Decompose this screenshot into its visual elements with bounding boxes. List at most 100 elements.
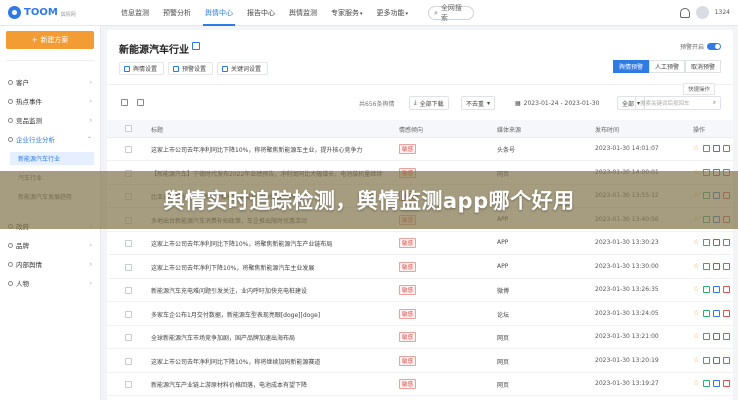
- row-checkbox[interactable]: [125, 334, 132, 341]
- warning-segment-0[interactable]: 舆情预警: [612, 60, 649, 73]
- row-title[interactable]: 全球新能源汽车市场竞争加剧，国产品牌加速出海布局: [151, 333, 383, 342]
- row-checkbox[interactable]: [125, 287, 132, 294]
- sidebar-item-after-1[interactable]: 品牌 ›: [8, 239, 94, 251]
- mark-icon[interactable]: [703, 145, 710, 152]
- table-row[interactable]: 这家上市公司去年净利同比下降10%，称将继续加码新能源赛道 敏感 网页 2023-01…: [107, 350, 733, 373]
- star-icon[interactable]: ☆: [693, 286, 700, 293]
- share-icon[interactable]: [713, 262, 720, 270]
- star-icon[interactable]: ☆: [693, 309, 700, 317]
- star-icon[interactable]: ☆: [693, 262, 700, 270]
- share-icon[interactable]: [713, 380, 720, 387]
- row-checkbox[interactable]: [125, 357, 132, 365]
- star-icon[interactable]: ☆: [693, 356, 700, 364]
- star-icon[interactable]: ☆: [693, 380, 700, 387]
- table-row[interactable]: 这家上市公司去年净利下降10%，将聚焦新能源汽车主业发展 敏感 APP 2023-01…: [107, 256, 733, 279]
- table-row[interactable]: 新能源汽车产业链上游原材料价格回落，电池成本有望下降 敏感 网页 2023-01-30…: [107, 373, 733, 396]
- mark-icon[interactable]: [703, 239, 710, 246]
- nav-item-4[interactable]: 舆情监测: [282, 0, 324, 26]
- nav-item-0[interactable]: 信息监测: [114, 0, 156, 26]
- warning-toggle[interactable]: 预警开启: [680, 42, 721, 51]
- row-title[interactable]: 新能源汽车充电难问题引发关注，业内呼吁加快充电桩建设: [151, 286, 383, 295]
- new-plan-label: 新建方案: [40, 36, 69, 44]
- delete-icon[interactable]: [723, 380, 730, 387]
- row-title[interactable]: 这家上市公司去年净利同比下降10%，称将继续加码新能源赛道: [151, 357, 383, 366]
- mark-icon[interactable]: [703, 380, 710, 387]
- delete-icon[interactable]: [121, 99, 128, 106]
- sidebar-item-0[interactable]: 客户 ›: [8, 76, 94, 88]
- sidebar-subitem-label: 新能源汽车行业: [18, 156, 61, 163]
- row-actions: ☆: [693, 333, 730, 340]
- row-actions: ☆: [693, 356, 730, 364]
- row-title[interactable]: 这家上市公司去年净利同比下降10%，称将聚焦新能源车主业，提升核心竞争力: [151, 145, 383, 154]
- sidebar-item-2[interactable]: 竞品监测 ›: [8, 114, 94, 126]
- sidebar-item-after-3[interactable]: 人物 ›: [8, 277, 94, 289]
- share-icon[interactable]: [713, 286, 720, 293]
- nav-item-6[interactable]: 更多功能▾: [370, 0, 416, 26]
- sidebar-item-1[interactable]: 热点事件 ›: [8, 95, 94, 107]
- nav-item-1[interactable]: 预警分析: [156, 0, 198, 26]
- avatar[interactable]: [695, 6, 709, 19]
- nav-item-2[interactable]: 舆情中心: [198, 0, 240, 26]
- share-icon[interactable]: [713, 333, 720, 340]
- new-plan-button[interactable]: + 新建方案: [6, 31, 94, 49]
- row-title[interactable]: 多家车企公布1月交付数据，新能源车型表现亮眼[doge][doge]: [151, 310, 383, 319]
- table-row[interactable]: 全球新能源汽车市场竞争加剧，国产品牌加速出海布局 敏感 网页 2023-01-30 1…: [107, 326, 733, 349]
- date-range[interactable]: ▦ 2023-01-24 - 2023-01-30: [515, 96, 613, 110]
- star-icon[interactable]: ☆: [693, 333, 700, 340]
- dedupe-select[interactable]: 不去重 ▾: [461, 96, 496, 110]
- keyword-search[interactable]: 搜索关键词后按回车 ⌕: [635, 96, 721, 110]
- sidebar-item-after-2[interactable]: 内部舆情 ›: [8, 258, 94, 270]
- mark-icon[interactable]: [703, 309, 710, 317]
- row-checkbox[interactable]: [125, 310, 132, 318]
- delete-icon[interactable]: [723, 309, 730, 317]
- row-title[interactable]: 这家上市公司去年净利下降10%，将聚焦新能源汽车主业发展: [151, 263, 383, 272]
- nav-item-3[interactable]: 报告中心: [240, 0, 282, 26]
- row-checkbox[interactable]: [125, 240, 132, 247]
- delete-icon[interactable]: [723, 333, 730, 340]
- settings-pill-1[interactable]: 预警设置: [168, 62, 214, 75]
- export-button[interactable]: ⤓ 全部下载: [409, 96, 449, 110]
- delete-icon[interactable]: [723, 262, 730, 270]
- edit-icon[interactable]: [192, 42, 200, 50]
- share-icon[interactable]: [713, 309, 720, 317]
- mark-icon[interactable]: [703, 333, 710, 340]
- nav-item-5[interactable]: 专家服务▾: [324, 0, 370, 26]
- row-title[interactable]: 这家上市公司去年净利同比下降10%，将聚焦新能源汽车产业链布局: [151, 239, 383, 248]
- select-all-checkbox[interactable]: [125, 125, 132, 132]
- header-source[interactable]: 媒体来源: [497, 125, 521, 134]
- row-checkbox[interactable]: [125, 263, 132, 271]
- share-icon[interactable]: [713, 145, 720, 152]
- delete-icon[interactable]: [723, 239, 730, 246]
- download-icon[interactable]: [137, 99, 144, 106]
- delete-icon[interactable]: [723, 356, 730, 364]
- table-row[interactable]: 这家上市公司去年净利同比下降10%，称将聚焦新能源车主业，提升核心竞争力 敏感 头条…: [107, 138, 733, 161]
- warning-segment-1[interactable]: 人工预警: [648, 60, 685, 73]
- logo[interactable]: TOOM 舆情网: [8, 6, 76, 19]
- share-icon[interactable]: [713, 239, 720, 246]
- bell-icon[interactable]: [679, 7, 690, 18]
- table-row[interactable]: 新能源汽车充电难问题引发关注，业内呼吁加快充电桩建设 敏感 微博 2023-01-30…: [107, 279, 733, 302]
- warning-segment-2[interactable]: 取消预警: [684, 60, 721, 73]
- table-row[interactable]: 多家车企公布1月交付数据，新能源车型表现亮眼[doge][doge] 敏感 论坛 20…: [107, 303, 733, 326]
- header-time[interactable]: 发布时间: [595, 125, 619, 134]
- star-icon[interactable]: ☆: [693, 145, 700, 152]
- row-title[interactable]: 新能源汽车产业链上游原材料价格回落，电池成本有望下降: [151, 380, 383, 389]
- emotion-badge: 敏感: [399, 261, 417, 272]
- delete-icon[interactable]: [723, 286, 730, 293]
- mark-icon[interactable]: [703, 356, 710, 364]
- header-emotion[interactable]: 情感倾向: [399, 125, 423, 134]
- delete-icon[interactable]: [723, 145, 730, 152]
- toggle-switch[interactable]: [707, 43, 721, 50]
- top-search[interactable]: ⌕ 全网搜索: [428, 4, 474, 22]
- sidebar-subitem-0[interactable]: 新能源汽车行业: [10, 152, 94, 165]
- row-checkbox[interactable]: [125, 146, 132, 153]
- share-icon[interactable]: [713, 356, 720, 364]
- settings-pill-0[interactable]: 舆情设置: [119, 62, 165, 75]
- row-checkbox[interactable]: [125, 381, 132, 388]
- table-row[interactable]: 这家上市公司去年净利同比下降10%，将聚焦新能源汽车产业链布局 敏感 APP 2023…: [107, 232, 733, 255]
- mark-icon[interactable]: [703, 286, 710, 293]
- settings-pill-2[interactable]: 关键词设置: [217, 62, 269, 75]
- mark-icon[interactable]: [703, 262, 710, 270]
- star-icon[interactable]: ☆: [693, 239, 700, 246]
- sidebar-item-3[interactable]: 企业行业分析 ⌃: [8, 133, 94, 145]
